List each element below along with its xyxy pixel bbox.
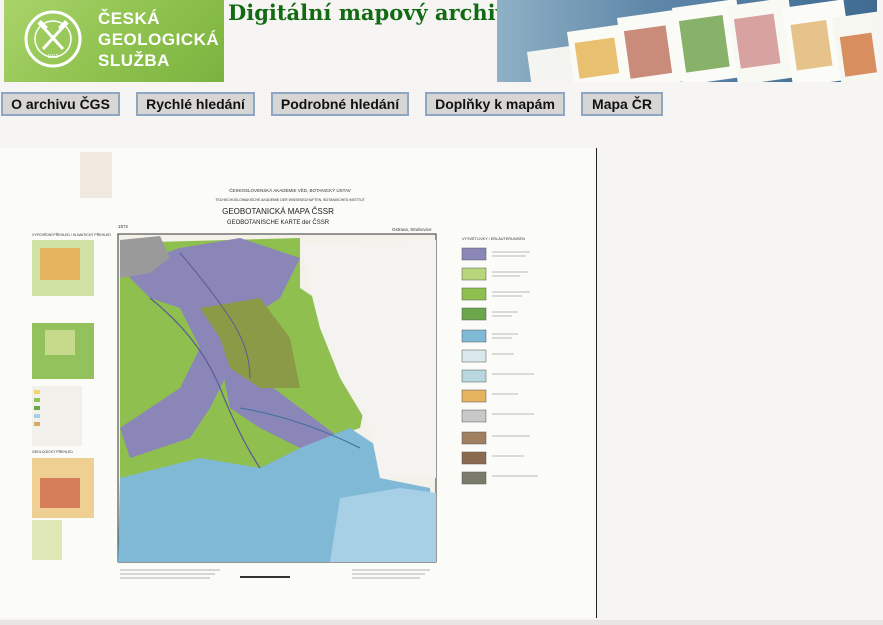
page-title: Digitální mapový archiv — [228, 0, 508, 25]
nav-map-supplements[interactable]: Doplňky k mapám — [425, 92, 565, 116]
map-header-1: ČESKOSLOVENSKÁ AKADEMIE VĚD, BOTANICKÝ Ú… — [229, 186, 351, 193]
logo-line-2: GEOLOGICKÁ — [98, 30, 220, 49]
legend-title: VYSVĚTLIVKY / ERLÄUTERUNGEN — [462, 236, 525, 241]
nav-quick-search[interactable]: Rychlé hledání — [136, 92, 255, 116]
nav-advanced-search[interactable]: Podrobné hledání — [271, 92, 409, 116]
cgs-emblem-icon: 1919 — [24, 10, 82, 68]
map-sheet: Ostrava, Strahovice — [392, 227, 432, 232]
page-bottom-strip — [0, 620, 883, 625]
map-header-2: TSCHECHOSLOWAKISCHE AKADEMIE DER WISSENS… — [215, 198, 365, 202]
logo-line-3: SLUŽBA — [98, 51, 170, 70]
nav-map-cr[interactable]: Mapa ČR — [581, 92, 663, 116]
logo-line-1: ČESKÁ — [98, 9, 161, 28]
map-year: 1972 — [118, 224, 129, 229]
map-title-de: GEOBOTANISCHE KARTE der ČSSR — [227, 219, 330, 226]
logo-text: ČESKÁ GEOLOGICKÁ SLUŽBA — [98, 8, 219, 71]
cgs-logo[interactable]: 1919 ČESKÁ GEOLOGICKÁ SLUŽBA — [4, 0, 224, 82]
inset-1-title: VYPOVĚDNÍ PŘEHLED / KLIMATICKÝ PŘEHLED — [32, 232, 111, 237]
header-banner-image — [497, 0, 877, 82]
map-divider — [596, 148, 597, 618]
map-sheets-illustration — [527, 0, 877, 82]
inset-2-title: GEOLOGICKÝ PŘEHLED — [32, 449, 73, 454]
map-scale-bar — [240, 576, 290, 578]
emblem-year: 1919 — [47, 54, 58, 60]
map-preview-image[interactable]: ČESKOSLOVENSKÁ AKADEMIE VĚD, BOTANICKÝ Ú… — [0, 148, 596, 618]
nav-about-archive[interactable]: O archivu ČGS — [1, 92, 120, 116]
map-title-cz: GEOBOTANICKÁ MAPA ČSSR — [222, 207, 334, 216]
